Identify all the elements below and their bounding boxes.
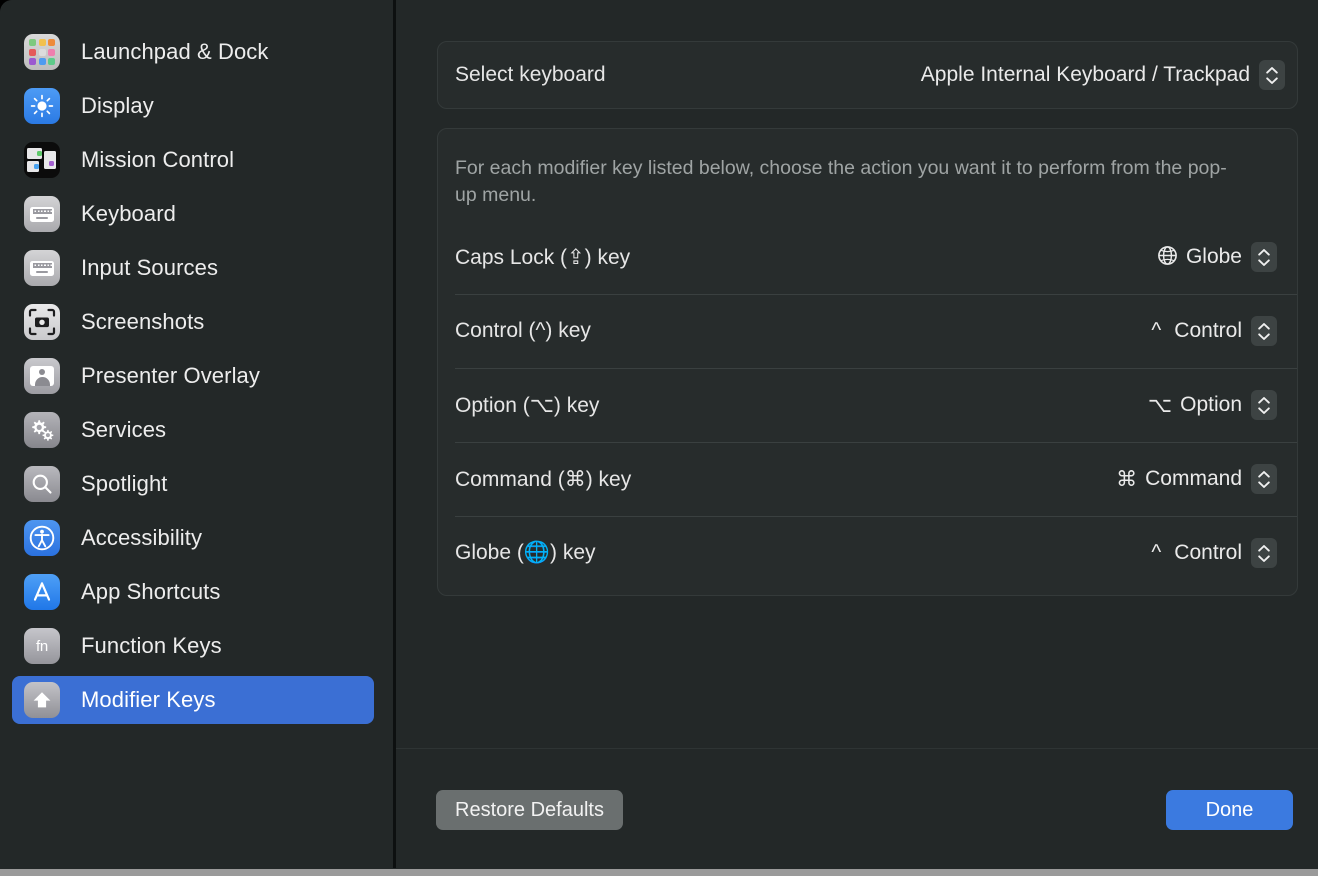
sidebar-item-label: Screenshots [81,309,205,334]
input-sources-icon [24,250,60,286]
sidebar-item-screenshots[interactable]: Screenshots [12,298,374,346]
sidebar-item-accessibility[interactable]: Accessibility [12,514,374,562]
command-icon: ⌘ [1116,467,1138,491]
modifier-keys-description: For each modifier key listed below, choo… [455,157,1227,206]
sidebar-item-label: Spotlight [81,471,168,496]
done-button[interactable]: Done [1166,790,1293,830]
modifier-keys-group: For each modifier key listed below, choo… [437,128,1298,596]
keyboard-icon [24,196,60,232]
chevron-updown-icon[interactable] [1251,242,1277,273]
sidebar-item-label: Launchpad & Dock [81,39,269,64]
modifier-keys-icon [24,682,60,718]
chevron-updown-icon[interactable] [1259,60,1285,90]
sidebar-item-input-sources[interactable]: Input Sources [12,244,374,292]
option-action-popup[interactable]: ⌥ Option [1138,386,1281,424]
sidebar-item-function-keys[interactable]: fn Function Keys [12,622,374,670]
footer-divider [396,748,1318,749]
control-action-text: Control [1174,319,1242,343]
modifier-row-command: Command (⌘) key ⌘ Command [438,442,1297,516]
modifier-row-label: Control (^) key [455,319,591,343]
chevron-updown-icon[interactable] [1251,538,1277,569]
option-action-text: Option [1180,393,1242,417]
control-action-popup[interactable]: ^ Control [1136,312,1281,350]
option-icon: ⌥ [1147,393,1173,417]
sidebar-item-label: Services [81,417,167,442]
globe-action-popup[interactable]: ^ Control [1136,534,1281,572]
spotlight-icon [24,466,60,502]
sidebar-item-label: Accessibility [81,525,203,550]
launchpad-icon [24,34,60,70]
modifier-row-globe: Globe (🌐) key ^ Control [438,516,1297,590]
sidebar-item-label: App Shortcuts [81,579,221,604]
fn-label: fn [36,637,48,655]
display-icon [24,88,60,124]
select-keyboard-group: Select keyboard Apple Internal Keyboard … [437,41,1298,109]
chevron-updown-icon[interactable] [1251,464,1277,495]
sidebar-item-display[interactable]: Display [12,82,374,130]
command-action-text: Command [1145,467,1242,491]
mission-control-icon [24,142,60,178]
services-icon [24,412,60,448]
select-keyboard-row: Select keyboard Apple Internal Keyboard … [438,42,1297,108]
modifier-row-label: Caps Lock (⇪) key [455,245,631,269]
caps-lock-action-popup[interactable]: Globe [1147,238,1281,276]
fn-icon: fn [24,628,60,664]
sidebar: Launchpad & Dock Display Mission Control… [0,0,394,868]
sidebar-item-launchpad-dock[interactable]: Launchpad & Dock [12,28,374,76]
sidebar-item-modifier-keys[interactable]: Modifier Keys [12,676,374,724]
sidebar-item-keyboard[interactable]: Keyboard [12,190,374,238]
content-pane: Select keyboard Apple Internal Keyboard … [396,0,1318,868]
sidebar-item-label: Mission Control [81,147,235,172]
option-action-value: ⌥ Option [1148,393,1242,418]
command-action-popup[interactable]: ⌘ Command [1106,460,1281,498]
control-action-value: ^ Control [1146,319,1242,343]
modifier-rows-list: Caps Lock (⇪) key Globe Control (^) key … [438,220,1297,590]
select-keyboard-popup[interactable]: Apple Internal Keyboard / Trackpad [911,56,1289,94]
accessibility-icon [24,520,60,556]
command-action-value: ⌘ Command [1116,467,1242,492]
modifier-row-label: Command (⌘) key [455,467,632,491]
globe-icon [1157,245,1178,269]
caps-lock-action-text: Globe [1185,245,1242,269]
sidebar-item-label: Function Keys [81,633,222,658]
sidebar-item-spotlight[interactable]: Spotlight [12,460,374,508]
chevron-updown-icon[interactable] [1251,390,1277,421]
screenshots-icon [24,304,60,340]
modifier-row-label: Option (⌥) key [455,393,600,417]
sidebar-item-label: Display [81,93,154,118]
sidebar-item-label: Input Sources [81,255,219,280]
caret-control-icon: ^ [1151,319,1162,343]
modifier-row-control: Control (^) key ^ Control [438,294,1297,368]
window-bottom-strip [0,869,1318,876]
sidebar-item-app-shortcuts[interactable]: App Shortcuts [12,568,374,616]
caret-control-icon: ^ [1151,541,1162,565]
sidebar-item-presenter-overlay[interactable]: Presenter Overlay [12,352,374,400]
system-settings-window: Launchpad & Dock Display Mission Control… [0,0,1318,876]
modifier-row-option: Option (⌥) key ⌥ Option [438,368,1297,442]
sidebar-item-mission-control[interactable]: Mission Control [12,136,374,184]
sidebar-item-label: Modifier Keys [81,687,216,712]
select-keyboard-value: Apple Internal Keyboard / Trackpad [920,63,1250,86]
restore-defaults-button[interactable]: Restore Defaults [436,790,623,830]
caps-lock-action-value: Globe [1157,245,1242,269]
modifier-row-caps-lock: Caps Lock (⇪) key Globe [438,220,1297,294]
sidebar-item-label: Keyboard [81,201,176,226]
modifier-row-label: Globe (🌐) key [455,541,596,565]
presenter-overlay-icon [24,358,60,394]
app-shortcuts-icon [24,574,60,610]
select-keyboard-label: Select keyboard [455,63,606,86]
sidebar-item-services[interactable]: Services [12,406,374,454]
sidebar-item-label: Presenter Overlay [81,363,260,388]
globe-action-value: ^ Control [1146,541,1242,565]
chevron-updown-icon[interactable] [1251,316,1277,347]
globe-action-text: Control [1174,541,1242,565]
